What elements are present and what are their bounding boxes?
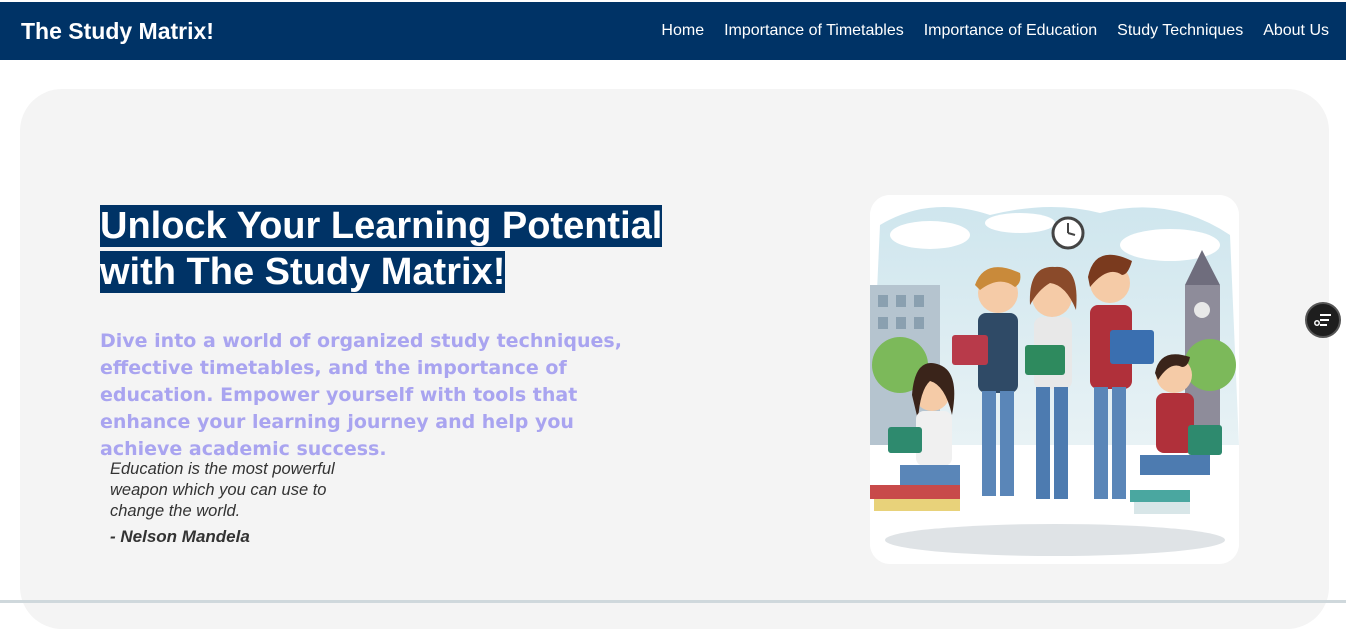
students-illustration (870, 195, 1239, 564)
site-brand[interactable]: The Study Matrix! (21, 18, 214, 45)
headline-line-1: Unlock Your Learning Potential (100, 205, 663, 247)
nav-links: Home Importance of Timetables Importance… (661, 22, 1329, 40)
floating-menu-button[interactable] (1305, 302, 1341, 338)
filter-list-icon (1314, 314, 1331, 326)
nav-link-timetables[interactable]: Importance of Timetables (724, 22, 904, 40)
hero-subtext: Dive into a world of organized study tec… (100, 330, 622, 460)
navbar: The Study Matrix! Home Importance of Tim… (0, 2, 1346, 60)
quote-author: - Nelson Mandela (110, 527, 250, 546)
nav-link-education[interactable]: Importance of Education (924, 22, 1097, 40)
hero-section: Unlock Your Learning Potential with The … (20, 89, 1329, 629)
hero-headline: Unlock Your Learning Potential with The … (100, 203, 663, 295)
headline-line-2: with The Study Matrix! (100, 251, 506, 293)
nav-link-home[interactable]: Home (661, 22, 704, 40)
hero-quote: Education is the most powerful weapon wh… (110, 460, 335, 520)
nav-link-about-us[interactable]: About Us (1263, 22, 1329, 40)
nav-link-study-techniques[interactable]: Study Techniques (1117, 22, 1243, 40)
students-illustration-svg (870, 195, 1239, 564)
